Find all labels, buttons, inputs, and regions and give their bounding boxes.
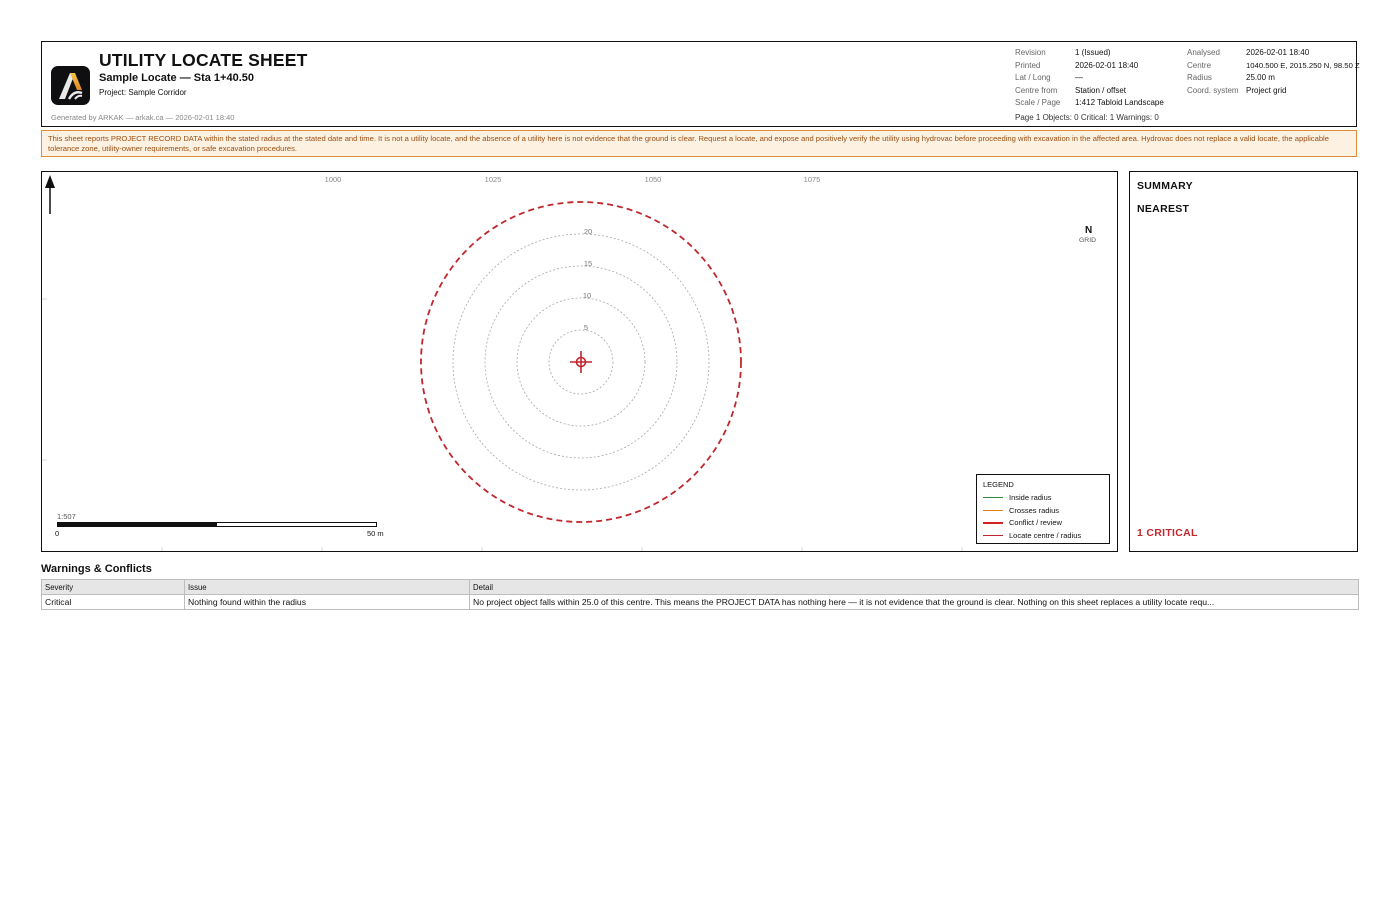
legend-swatch bbox=[983, 497, 1003, 498]
north-label: N bbox=[1085, 225, 1093, 236]
grid-label: 1000 bbox=[325, 175, 342, 184]
meta-value: 1040.500 E, 2015.250 N, 98.50 Z bbox=[1246, 60, 1360, 70]
meta-value: Station / offset bbox=[1075, 85, 1126, 95]
arkak-logo-icon bbox=[51, 66, 90, 105]
meta-counts: Page 1 Objects: 0 Critical: 1 Warnings: … bbox=[1015, 113, 1159, 122]
generated-by: Generated by ARKAK — arkak.ca — 2026-02-… bbox=[51, 113, 235, 122]
meta-key: Printed bbox=[1015, 60, 1041, 70]
column-header-severity: Severity bbox=[41, 579, 185, 595]
meta-value: 1 (Issued) bbox=[1075, 48, 1111, 57]
meta-value: 2026-02-01 18:40 bbox=[1075, 60, 1139, 70]
column-header-issue: Issue bbox=[184, 579, 470, 595]
crosshair-icon bbox=[570, 351, 592, 373]
meta-value: 1:412 Tabloid Landscape bbox=[1075, 98, 1164, 107]
legend-label: Inside radius bbox=[1009, 493, 1052, 502]
grid-label: 1025 bbox=[485, 175, 502, 184]
warnings-table: Severity Issue Detail Critical Nothing f… bbox=[41, 579, 1359, 610]
nearest-heading: NEAREST bbox=[1137, 203, 1190, 215]
meta-key: Centre bbox=[1187, 60, 1212, 70]
legend-label: Conflict / review bbox=[1009, 518, 1062, 527]
summary-panel: SUMMARY NEAREST 1 CRITICAL bbox=[1129, 171, 1358, 552]
legend-label: Crosses radius bbox=[1009, 505, 1060, 515]
map-canvas: 1000 1025 1050 1075 5 10 15 20 bbox=[42, 175, 963, 551]
legend-swatch bbox=[983, 534, 1003, 536]
table-header-row: Severity Issue Detail bbox=[41, 579, 1359, 595]
cell-severity: Critical bbox=[41, 594, 185, 610]
meta-key: Coord. system bbox=[1187, 85, 1239, 95]
map-legend: LEGEND Inside radius Crosses radius Conf… bbox=[976, 474, 1110, 544]
legend-swatch bbox=[983, 509, 1003, 511]
legend-title: LEGEND bbox=[983, 480, 1014, 489]
cell-detail: No project object falls within 25.0 of t… bbox=[469, 594, 1359, 610]
scale-end-label: 50 m bbox=[367, 529, 384, 538]
column-header-detail: Detail bbox=[469, 579, 1359, 595]
north-arrow-icon bbox=[45, 175, 55, 214]
meta-value: 25.00 m bbox=[1246, 73, 1275, 82]
disclaimer-banner: This sheet reports PROJECT RECORD DATA w… bbox=[41, 130, 1357, 157]
warnings-title: Warnings & Conflicts bbox=[41, 563, 152, 575]
critical-count: 1 CRITICAL bbox=[1137, 527, 1198, 539]
table-row: Critical Nothing found within the radius… bbox=[41, 594, 1359, 610]
legend-label: Locate centre / radius bbox=[1009, 530, 1082, 540]
summary-heading: SUMMARY bbox=[1137, 180, 1193, 192]
meta-key: Revision bbox=[1015, 48, 1046, 57]
meta-key: Radius bbox=[1187, 73, 1212, 82]
locate-name: Sample Locate — Sta 1+40.50 bbox=[99, 72, 254, 84]
sheet-title: UTILITY LOCATE SHEET bbox=[99, 50, 308, 70]
legend-swatch bbox=[983, 521, 1003, 524]
ring-label: 5 bbox=[584, 323, 588, 332]
grid-label: 1075 bbox=[804, 175, 821, 184]
project-name: Project: Sample Corridor bbox=[99, 88, 187, 97]
meta-key: Scale / Page bbox=[1015, 98, 1061, 107]
meta-value: 2026-02-01 18:40 bbox=[1246, 48, 1310, 57]
grid-label: 1050 bbox=[645, 175, 662, 184]
scale-start-label: 0 bbox=[55, 529, 60, 538]
meta-value: — bbox=[1075, 73, 1083, 82]
north-grid-label: GRID bbox=[1079, 237, 1096, 244]
ring-label: 20 bbox=[584, 227, 592, 236]
meta-value: Project grid bbox=[1246, 85, 1287, 95]
cell-issue: Nothing found within the radius bbox=[184, 594, 470, 610]
meta-key: Lat / Long bbox=[1015, 73, 1051, 82]
sheet-header: UTILITY LOCATE SHEET Sample Locate — Sta… bbox=[41, 41, 1360, 127]
ring-label: 15 bbox=[584, 259, 592, 268]
ring-label: 10 bbox=[583, 291, 591, 300]
meta-key: Analysed bbox=[1187, 48, 1220, 57]
meta-key: Centre from bbox=[1015, 85, 1058, 95]
locate-map: 1000 1025 1050 1075 5 10 15 20 N GRID 1:… bbox=[41, 171, 1118, 552]
scale-bar bbox=[57, 522, 377, 527]
scale-ratio: 1:507 bbox=[57, 512, 76, 521]
